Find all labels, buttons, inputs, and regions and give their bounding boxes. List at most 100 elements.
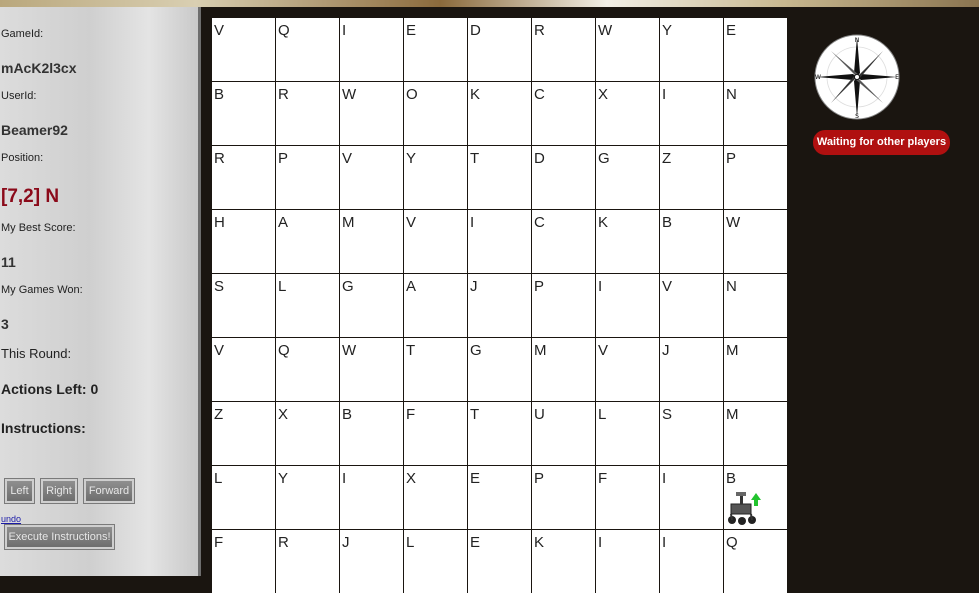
cell-letter: C [534, 86, 545, 103]
cell-letter: B [214, 86, 225, 103]
board-cell: A [404, 274, 467, 337]
cell-letter: I [598, 534, 603, 551]
board-cell: V [596, 338, 659, 401]
game-board: V Q I E D R W Y E B R W O K C X I N R P V Y T D G Z P H A M V I C K B W S L G A… [212, 18, 787, 593]
board-cell: P [276, 146, 339, 209]
cell-letter: L [278, 278, 287, 295]
board-cell: P [724, 146, 787, 209]
cell-letter: I [662, 470, 667, 487]
cell-letter: S [662, 406, 673, 423]
board-cell: R [276, 530, 339, 593]
board-cell: V [212, 18, 275, 81]
cell-letter: D [470, 22, 481, 39]
board-cell: W [340, 82, 403, 145]
cell-letter: M [726, 342, 739, 359]
position-label: Position: [1, 152, 44, 164]
cell-letter: E [470, 534, 481, 551]
cell-letter: I [342, 22, 347, 39]
board-cell: L [404, 530, 467, 593]
cell-letter: I [662, 534, 667, 551]
board-cell: Q [276, 338, 339, 401]
cell-letter: K [534, 534, 545, 551]
board-cell: X [596, 82, 659, 145]
cell-letter: L [214, 470, 223, 487]
cell-letter: V [598, 342, 609, 359]
cell-letter: V [342, 150, 353, 167]
cell-letter: I [662, 86, 667, 103]
board-cell: D [468, 18, 531, 81]
cell-letter: E [406, 22, 417, 39]
cell-letter: A [278, 214, 289, 231]
board-cell: M [724, 338, 787, 401]
board-cell: F [404, 402, 467, 465]
board-cell: I [340, 466, 403, 529]
game-id-value: mAcK2l3cx [1, 60, 77, 76]
cell-letter: J [342, 534, 350, 551]
board-cell: Y [276, 466, 339, 529]
board-cell: I [660, 530, 723, 593]
compass-s: S [855, 113, 859, 120]
compass-e: E [895, 74, 899, 81]
games-won-label: My Games Won: [1, 284, 83, 296]
board-cell: I [660, 466, 723, 529]
cell-letter: K [598, 214, 609, 231]
board-cell: C [532, 82, 595, 145]
board-cell: W [340, 338, 403, 401]
cell-letter: A [406, 278, 417, 295]
forward-button[interactable]: Forward [83, 478, 135, 504]
board-cell: D [532, 146, 595, 209]
cell-letter: B [662, 214, 673, 231]
cell-letter: L [406, 534, 415, 551]
cell-letter: P [726, 150, 737, 167]
board-cell: U [532, 402, 595, 465]
board-cell: M [724, 402, 787, 465]
board-cell: X [276, 402, 339, 465]
cell-letter: X [598, 86, 609, 103]
board-cell: K [596, 210, 659, 273]
board-cell: S [212, 274, 275, 337]
board-cell: Q [724, 530, 787, 593]
board-cell: I [340, 18, 403, 81]
best-score-label: My Best Score: [1, 222, 76, 234]
cell-letter: T [470, 406, 480, 423]
cell-letter: E [470, 470, 481, 487]
board-cell: Q [276, 18, 339, 81]
board-cell: W [596, 18, 659, 81]
board-cell: T [468, 402, 531, 465]
board-cell: F [596, 466, 659, 529]
board-cell: F [212, 530, 275, 593]
undo-link[interactable]: undo [1, 514, 21, 524]
board-cell: L [276, 274, 339, 337]
cell-letter: F [598, 470, 608, 487]
cell-letter: F [406, 406, 416, 423]
cell-letter: M [534, 342, 547, 359]
board-cell: P [532, 466, 595, 529]
cell-letter: R [278, 534, 289, 551]
board-cell: B [212, 82, 275, 145]
compass-rose-icon: N S E W [814, 34, 900, 120]
cell-letter: I [342, 470, 347, 487]
board-cell: V [660, 274, 723, 337]
cell-letter: G [598, 150, 610, 167]
board-cell: G [340, 274, 403, 337]
cell-letter: I [470, 214, 475, 231]
board-cell: L [596, 402, 659, 465]
board-cell: R [276, 82, 339, 145]
cell-letter: C [534, 214, 545, 231]
cell-letter: L [598, 406, 607, 423]
user-id-label: UserId: [1, 90, 37, 102]
cell-letter: R [534, 22, 545, 39]
board-cell: S [660, 402, 723, 465]
board-cell: B [340, 402, 403, 465]
cell-letter: M [726, 406, 739, 423]
execute-instructions-button[interactable]: Execute Instructions! [4, 524, 115, 550]
cell-letter: V [406, 214, 417, 231]
board-cell: E [468, 530, 531, 593]
cell-letter: H [214, 214, 225, 231]
cell-letter: N [726, 278, 737, 295]
right-button[interactable]: Right [40, 478, 78, 504]
cell-letter: S [214, 278, 225, 295]
board-cell: N [724, 82, 787, 145]
left-button[interactable]: Left [4, 478, 35, 504]
cell-letter: X [406, 470, 417, 487]
